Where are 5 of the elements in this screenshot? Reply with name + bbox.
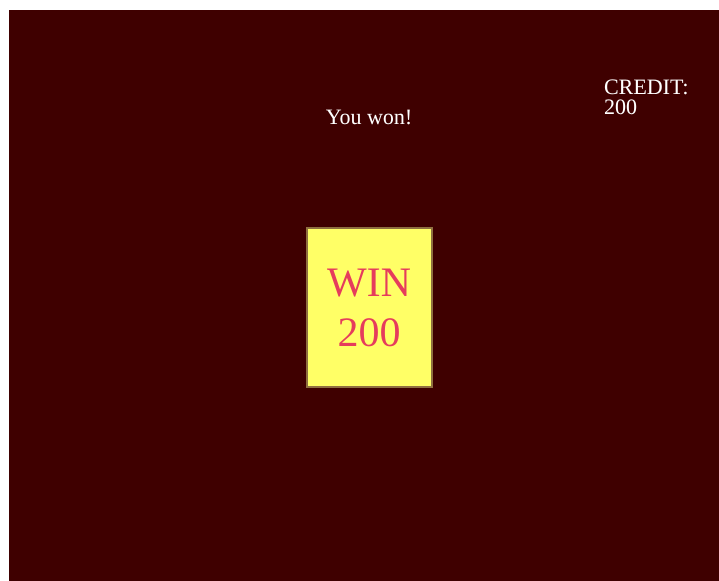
win-message: You won! <box>324 104 414 129</box>
credit-label: CREDIT: <box>604 77 688 97</box>
credit-value: 200 <box>604 97 637 117</box>
win-label: WIN <box>327 258 411 308</box>
win-amount: 200 <box>338 308 400 358</box>
